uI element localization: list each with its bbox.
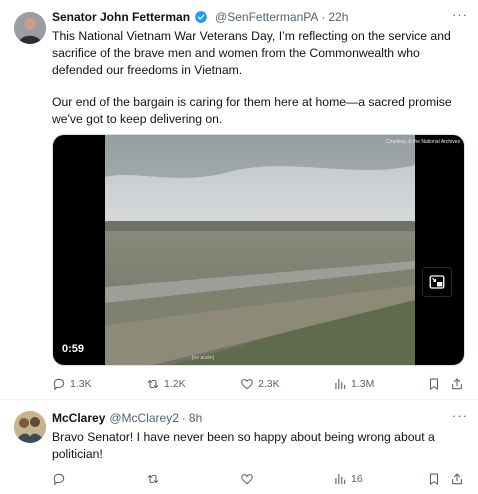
bookmark-button[interactable] (427, 375, 445, 393)
reply-count: 1.3K (70, 378, 92, 390)
tweet-mcclarey[interactable]: McClarey @McClarey2 · 8h ··· Bravo Senat… (0, 401, 478, 494)
more-dots-icon[interactable]: ··· (452, 409, 468, 423)
repost-icon (147, 379, 159, 389)
tweet-actions: 16 (52, 470, 467, 488)
author-handle[interactable]: @McClarey2 (109, 409, 179, 427)
author-name[interactable]: Senator John Fetterman (52, 8, 190, 26)
tweet-text-paragraph-2: Our end of the bargain is caring for the… (52, 95, 452, 126)
tweet-header: Senator John Fetterman @SenFettermanPA ·… (52, 8, 468, 26)
views-button[interactable]: 16 (333, 470, 363, 488)
tweet-timestamp[interactable]: 22h (328, 8, 348, 26)
tweet-text: Bravo Senator! I have never been so happ… (52, 430, 435, 461)
heart-icon (241, 474, 253, 485)
views-icon (335, 473, 346, 485)
repost-count: 1.2K (164, 378, 186, 390)
repost-button[interactable]: 1.2K (146, 375, 186, 393)
avatar-image (14, 12, 46, 44)
more-dots-icon[interactable]: ··· (452, 8, 468, 22)
video-duration: 0:59 (62, 343, 85, 355)
heart-icon (241, 379, 253, 390)
tweet-timestamp[interactable]: 8h (189, 409, 202, 427)
verified-badge-icon (195, 11, 207, 23)
tweet-header: McClarey @McClarey2 · 8h ··· (52, 409, 468, 427)
views-count: 1.3M (351, 378, 375, 390)
bookmark-button[interactable] (427, 470, 445, 488)
minimize-video-icon[interactable] (422, 267, 452, 297)
share-button[interactable] (450, 470, 468, 488)
tweet-fetterman[interactable]: Senator John Fetterman @SenFettermanPA ·… (0, 0, 478, 400)
avatar[interactable] (14, 12, 46, 44)
tweet-actions: 1.3K 1.2K 2.3K 1.3M (52, 375, 467, 393)
separator-dot: · (181, 411, 186, 425)
share-icon (452, 473, 462, 485)
share-icon (452, 378, 462, 390)
share-button[interactable] (450, 375, 468, 393)
repost-button[interactable] (146, 470, 164, 488)
bookmark-icon (429, 473, 439, 485)
reply-button[interactable]: 1.3K (52, 375, 92, 393)
avatar[interactable] (14, 411, 46, 443)
like-button[interactable] (240, 470, 258, 488)
author-name[interactable]: McClarey (52, 409, 105, 427)
bookmark-icon (429, 378, 439, 390)
separator-dot: · (321, 10, 326, 24)
video-caption: [no audio] (192, 355, 214, 361)
tweet-text-paragraph-1: This National Vietnam War Veterans Day, … (52, 29, 451, 77)
reply-button[interactable] (52, 470, 70, 488)
author-handle[interactable]: @SenFettermanPA (215, 8, 318, 26)
like-count: 2.3K (258, 378, 280, 390)
video-thumbnail (105, 135, 415, 365)
views-count: 16 (351, 473, 363, 485)
views-button[interactable]: 1.3M (333, 375, 374, 393)
like-button[interactable]: 2.3K (240, 375, 280, 393)
video-credit: Courtesy of the National Archives (386, 139, 460, 145)
views-icon (335, 378, 346, 390)
video-player[interactable]: Courtesy of the National Archives [no au… (52, 134, 465, 366)
reply-icon (53, 473, 65, 486)
avatar-image (14, 411, 46, 443)
repost-icon (147, 474, 159, 484)
reply-icon (53, 378, 65, 391)
